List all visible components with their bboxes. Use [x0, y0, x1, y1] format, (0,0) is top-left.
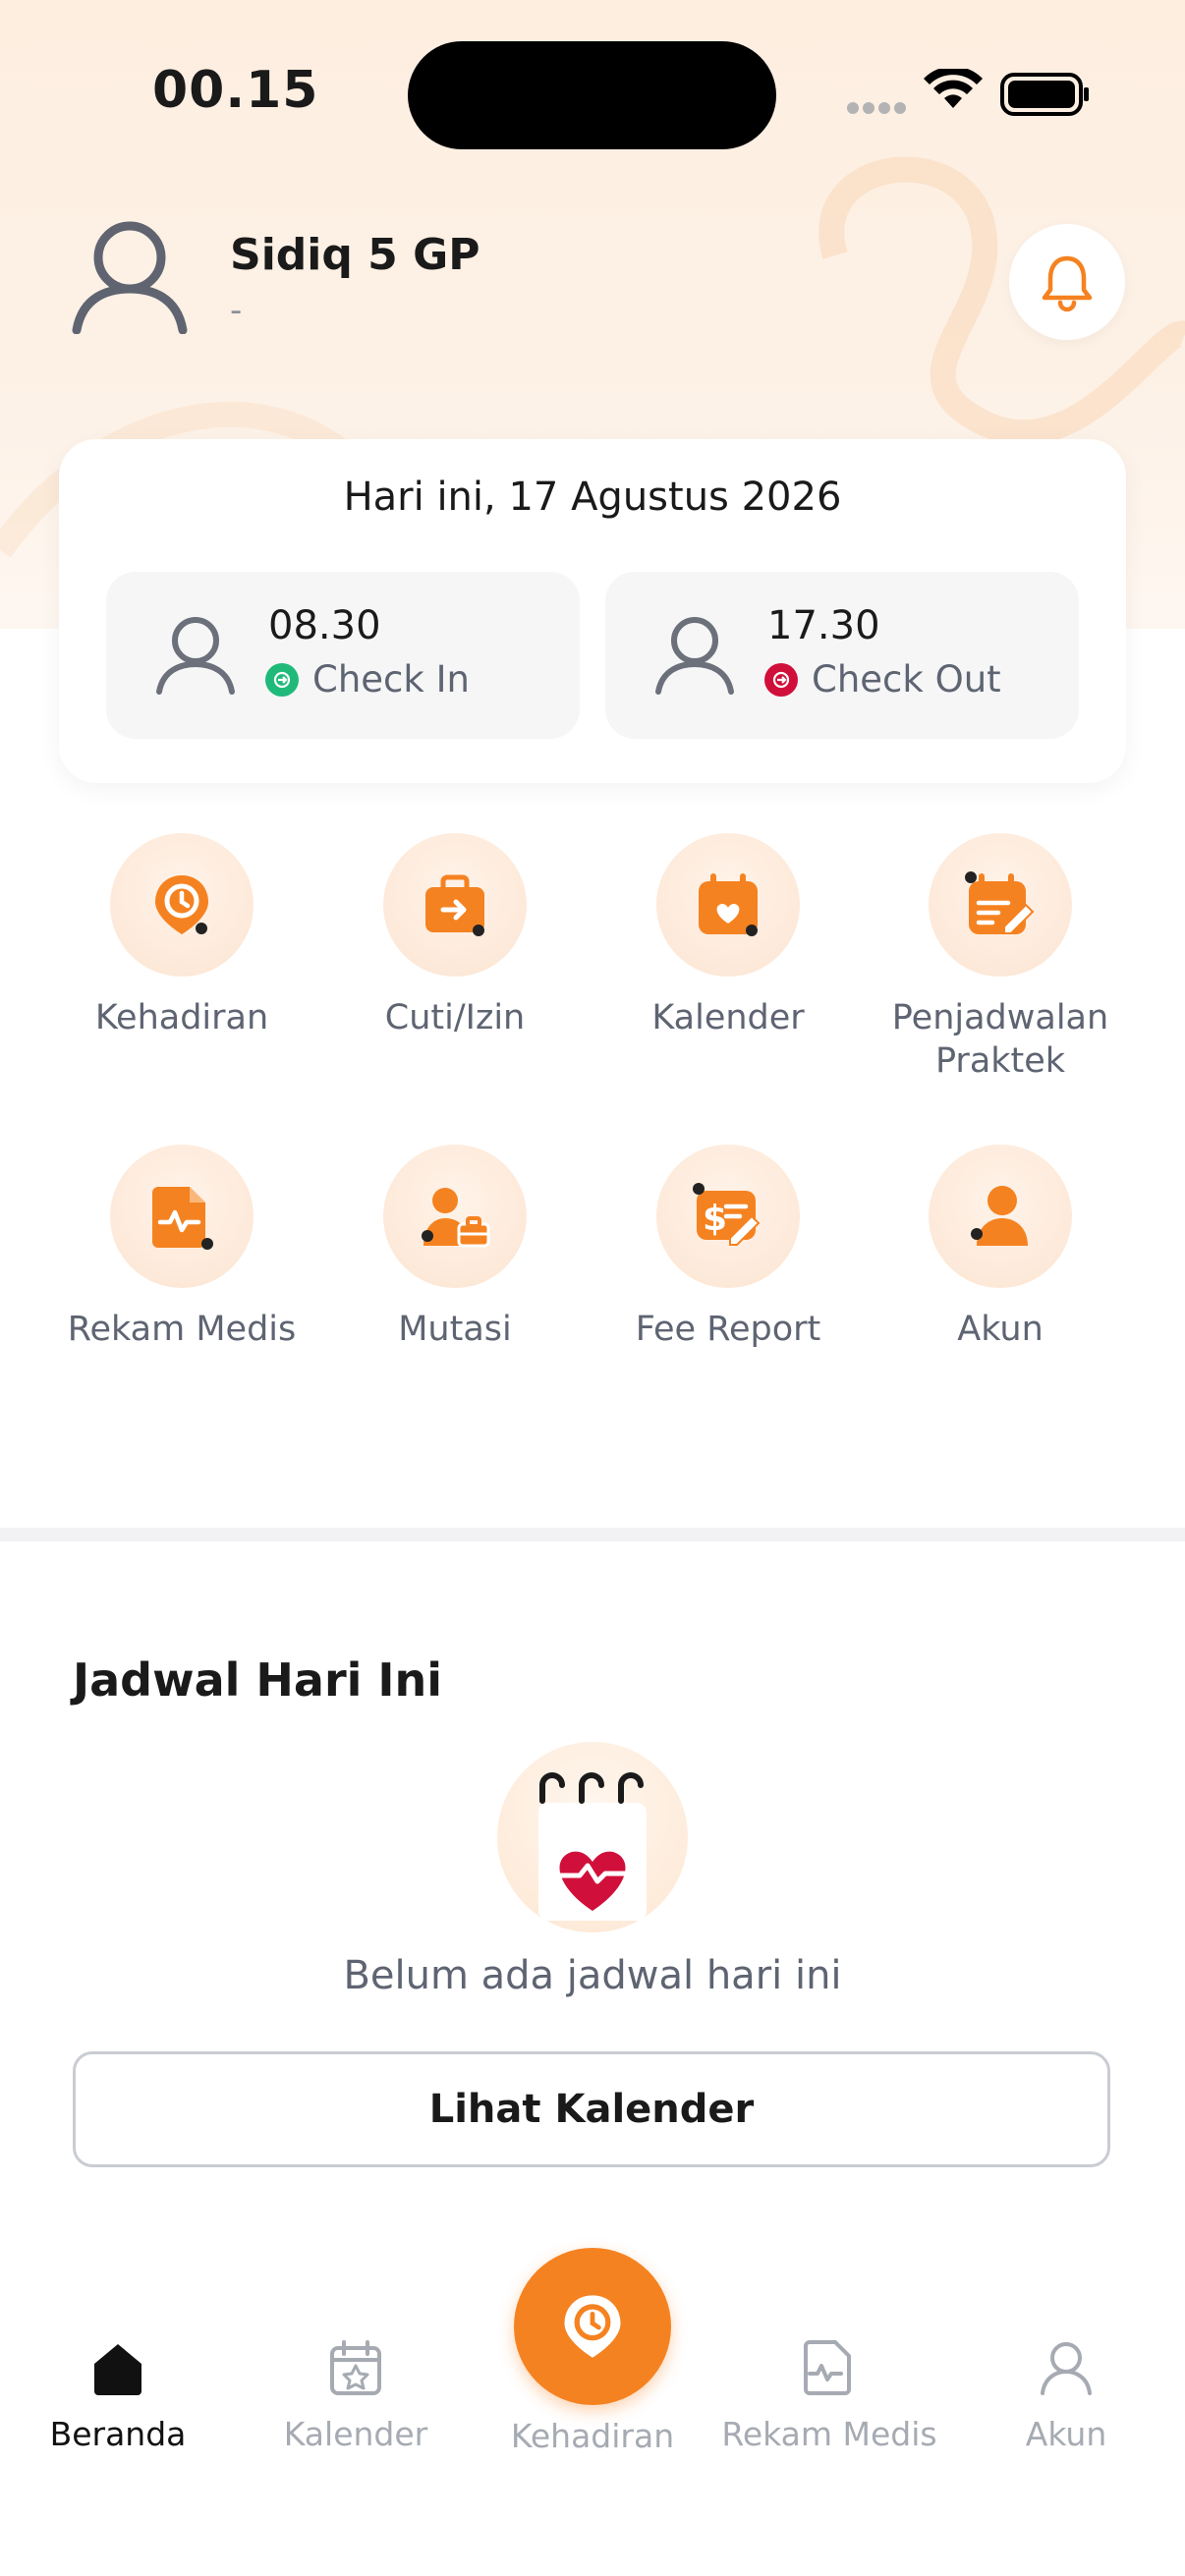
- person-icon: [655, 617, 734, 695]
- menu-mutasi[interactable]: Mutasi: [319, 1145, 591, 1351]
- clock-pin-icon: [155, 875, 208, 934]
- calendar-edit-icon: [965, 871, 1035, 934]
- notification-button[interactable]: [1009, 224, 1125, 340]
- dynamic-island: [408, 41, 776, 149]
- clock-pin-icon: [564, 2295, 621, 2358]
- check-out-label-row: Check Out: [764, 658, 1001, 700]
- status-time: 00.15: [152, 61, 319, 120]
- schedule-title: Jadwal Hari Ini: [73, 1653, 443, 1707]
- empty-schedule-text: Belum ada jadwal hari ini: [343, 1953, 842, 1998]
- menu-cuti-izin[interactable]: Cuti/Izin: [319, 833, 591, 1039]
- menu-fee-report[interactable]: $ Fee Report: [592, 1145, 864, 1351]
- nav-kalender[interactable]: Kalender: [238, 2338, 474, 2453]
- fee-report-icon: $: [693, 1183, 761, 1246]
- user-transfer-icon: [422, 1188, 490, 1248]
- menu-kalender[interactable]: Kalender: [592, 833, 864, 1039]
- briefcase-arrow-icon: [425, 874, 484, 936]
- menu-penjadwalan-praktek[interactable]: Penjadwalan Praktek: [865, 833, 1136, 1083]
- wifi-icon: [924, 66, 983, 108]
- svg-text:$: $: [703, 1199, 727, 1239]
- calendar-star-icon: [330, 2340, 381, 2395]
- avatar-icon[interactable]: [69, 218, 191, 338]
- user-icon: [971, 1186, 1028, 1246]
- check-out-label: Check Out: [812, 658, 1001, 700]
- nav-akun[interactable]: Akun: [948, 2338, 1184, 2453]
- check-in-time: 08.30: [268, 603, 381, 648]
- check-in-arrow-icon: [265, 662, 299, 697]
- user-name: Sidiq 5 GP: [230, 230, 480, 280]
- check-out-box[interactable]: 17.30 Check Out: [605, 572, 1079, 739]
- menu-akun[interactable]: Akun: [865, 1145, 1136, 1351]
- status-icons: [845, 66, 1091, 122]
- nav-beranda[interactable]: Beranda: [0, 2338, 236, 2453]
- section-divider: [0, 1528, 1185, 1541]
- home-icon: [94, 2344, 141, 2395]
- person-icon: [156, 617, 235, 695]
- check-out-time: 17.30: [767, 603, 880, 648]
- user-icon: [1041, 2342, 1092, 2395]
- calendar-heart-icon: [538, 1772, 647, 1921]
- check-out-arrow-icon: [764, 662, 798, 697]
- medical-record-icon: [804, 2340, 851, 2395]
- nav-rekam-medis[interactable]: Rekam Medis: [711, 2338, 947, 2453]
- check-in-label-row: Check In: [265, 658, 470, 700]
- check-in-label: Check In: [312, 658, 470, 700]
- menu-kehadiran[interactable]: Kehadiran: [46, 833, 317, 1039]
- attendance-card: Hari ini, 17 Agustus 2026 08.30 Check In…: [59, 439, 1126, 783]
- menu-rekam-medis[interactable]: Rekam Medis: [46, 1145, 317, 1351]
- medical-record-icon: [152, 1187, 213, 1250]
- calendar-heart-icon: [699, 873, 758, 936]
- check-in-box[interactable]: 08.30 Check In: [106, 572, 580, 739]
- view-calendar-button[interactable]: Lihat Kalender: [73, 2051, 1110, 2167]
- nav-kehadiran[interactable]: Kehadiran: [475, 2417, 710, 2455]
- battery-icon: [1000, 73, 1089, 116]
- kehadiran-fab-button[interactable]: [514, 2248, 671, 2405]
- cellular-signal-icon: [847, 102, 906, 114]
- empty-calendar-illustration: [497, 1742, 688, 1932]
- user-subtitle: -: [230, 291, 243, 330]
- bell-icon: [1042, 255, 1093, 311]
- attendance-date: Hari ini, 17 Agustus 2026: [343, 475, 842, 520]
